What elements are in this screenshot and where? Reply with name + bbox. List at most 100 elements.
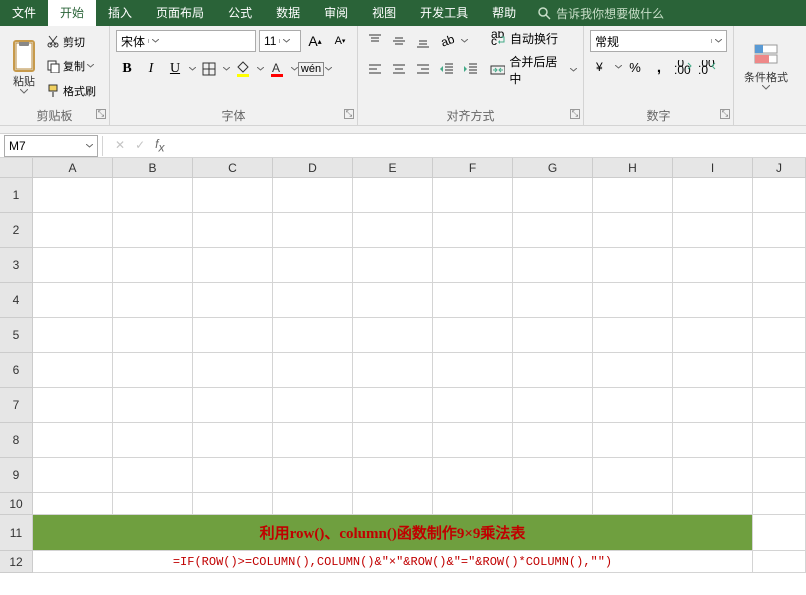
currency-dropdown[interactable] [614,56,622,78]
row-head-1[interactable]: 1 [0,178,33,213]
cell-C2[interactable] [193,213,273,248]
cell-J8[interactable] [753,423,806,458]
cell-D1[interactable] [273,178,353,213]
cell-I3[interactable] [673,248,753,283]
cell-D9[interactable] [273,458,353,493]
cell-J3[interactable] [753,248,806,283]
cell-F2[interactable] [433,213,513,248]
row-head-8[interactable]: 8 [0,423,33,458]
font-color-button[interactable]: A [266,58,288,80]
orientation-button[interactable]: ab [436,30,458,52]
cell-J9[interactable] [753,458,806,493]
col-head-D[interactable]: D [273,158,353,178]
copy-button[interactable]: 复制 [46,58,96,74]
tab-page-layout[interactable]: 页面布局 [144,0,216,26]
paste-button[interactable]: 粘贴 [6,30,42,103]
align-center-button[interactable] [388,58,410,80]
formula-cell[interactable]: =IF(ROW()>=COLUMN(),COLUMN()&"×"&ROW()&"… [33,551,753,573]
name-box[interactable]: M7 [4,135,98,157]
col-head-B[interactable]: B [113,158,193,178]
cell-H10[interactable] [593,493,673,515]
cell-G10[interactable] [513,493,593,515]
col-head-E[interactable]: E [353,158,433,178]
cell-D7[interactable] [273,388,353,423]
cell-C4[interactable] [193,283,273,318]
cell-G9[interactable] [513,458,593,493]
cell-I1[interactable] [673,178,753,213]
cell-H4[interactable] [593,283,673,318]
cell-J10[interactable] [753,493,806,515]
cell-H3[interactable] [593,248,673,283]
align-bottom-button[interactable] [412,30,434,52]
align-right-button[interactable] [412,58,434,80]
underline-button[interactable]: U [164,58,186,80]
align-middle-button[interactable] [388,30,410,52]
cell-B3[interactable] [113,248,193,283]
font-launcher[interactable]: ⤡ [344,109,354,119]
cell-C5[interactable] [193,318,273,353]
cell-E7[interactable] [353,388,433,423]
row-head-4[interactable]: 4 [0,283,33,318]
cell-E9[interactable] [353,458,433,493]
cell-A2[interactable] [33,213,113,248]
comma-button[interactable]: , [648,56,670,78]
cell-I8[interactable] [673,423,753,458]
cell-B1[interactable] [113,178,193,213]
row-head-7[interactable]: 7 [0,388,33,423]
row-head-10[interactable]: 10 [0,493,33,515]
cell-H6[interactable] [593,353,673,388]
font-size-select[interactable]: 11 [259,30,301,52]
fill-color-button[interactable] [232,58,254,80]
percent-button[interactable]: % [624,56,646,78]
currency-button[interactable]: ¥ [590,56,612,78]
tab-developer[interactable]: 开发工具 [408,0,480,26]
cell-I4[interactable] [673,283,753,318]
row-head-6[interactable]: 6 [0,353,33,388]
cell-J6[interactable] [753,353,806,388]
row-head-12[interactable]: 12 [0,551,33,573]
cell-D6[interactable] [273,353,353,388]
cell-G6[interactable] [513,353,593,388]
cell-F3[interactable] [433,248,513,283]
tab-data[interactable]: 数据 [264,0,312,26]
cell-B10[interactable] [113,493,193,515]
cell-B2[interactable] [113,213,193,248]
indent-decrease-button[interactable] [436,58,458,80]
cell-C8[interactable] [193,423,273,458]
cell-A9[interactable] [33,458,113,493]
grow-font-button[interactable]: A▴ [304,30,326,52]
align-left-button[interactable] [364,58,386,80]
tell-me-search[interactable]: 告诉我你想要做什么 [538,5,664,22]
cell-G7[interactable] [513,388,593,423]
tab-insert[interactable]: 插入 [96,0,144,26]
cell-C6[interactable] [193,353,273,388]
cell-C7[interactable] [193,388,273,423]
col-head-C[interactable]: C [193,158,273,178]
col-head-A[interactable]: A [33,158,113,178]
cell-C3[interactable] [193,248,273,283]
cell-J4[interactable] [753,283,806,318]
cell-I10[interactable] [673,493,753,515]
orientation-dropdown[interactable] [460,30,468,52]
cell-C9[interactable] [193,458,273,493]
cell-B5[interactable] [113,318,193,353]
conditional-format-button[interactable]: 条件格式 [740,30,792,103]
cell-C1[interactable] [193,178,273,213]
cell-B4[interactable] [113,283,193,318]
cell-G3[interactable] [513,248,593,283]
cell-I9[interactable] [673,458,753,493]
tab-help[interactable]: 帮助 [480,0,528,26]
indent-increase-button[interactable] [460,58,482,80]
cell-F1[interactable] [433,178,513,213]
border-button[interactable] [198,58,220,80]
cell-A10[interactable] [33,493,113,515]
tab-view[interactable]: 视图 [360,0,408,26]
cell-D10[interactable] [273,493,353,515]
cell-B9[interactable] [113,458,193,493]
col-head-G[interactable]: G [513,158,593,178]
cell-H2[interactable] [593,213,673,248]
cell-B6[interactable] [113,353,193,388]
cell-E5[interactable] [353,318,433,353]
cell-E8[interactable] [353,423,433,458]
cell-H7[interactable] [593,388,673,423]
